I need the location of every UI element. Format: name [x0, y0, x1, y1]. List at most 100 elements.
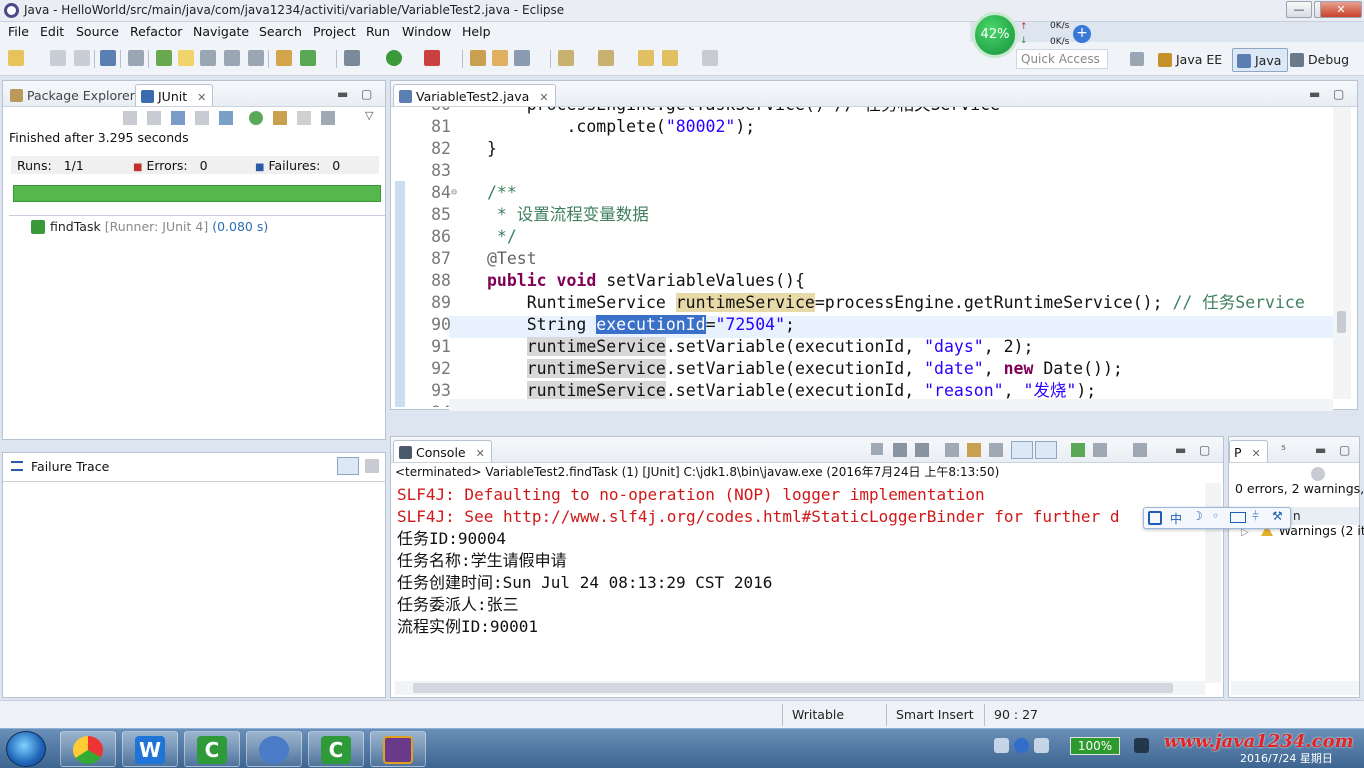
test-history-icon[interactable]	[321, 111, 335, 125]
menu-project[interactable]: Project	[313, 24, 356, 39]
scroll-lock-icon[interactable]	[195, 111, 209, 125]
close-button[interactable]: ✕	[1320, 1, 1362, 18]
minimize-view-icon[interactable]: ▬	[1315, 443, 1326, 457]
filter-icon[interactable]	[1311, 467, 1325, 481]
split-icon[interactable]: ⫩	[1252, 509, 1259, 524]
code-line[interactable]: 85 * 设置流程变量数据	[391, 204, 1339, 226]
start-button[interactable]	[6, 731, 46, 767]
editor-horizontal-scrollbar[interactable]	[449, 399, 1333, 411]
battery-indicator[interactable]: 100%	[1070, 737, 1120, 755]
code-line[interactable]: 88 public void setVariableValues(){	[391, 270, 1339, 292]
junit-test-item[interactable]: findTask [Runner: JUnit 4] (0.080 s)	[31, 219, 268, 234]
new-java-project-icon[interactable]	[470, 50, 486, 66]
rerun-failed-icon[interactable]	[273, 111, 287, 125]
code-line[interactable]: 92 runtimeService.setVariable(executionI…	[391, 358, 1339, 380]
maximize-view-icon[interactable]: ▢	[1199, 443, 1210, 457]
code-line[interactable]: 86 */	[391, 226, 1339, 248]
block-selection-icon[interactable]	[200, 50, 216, 66]
wrench-icon[interactable]: ⚒	[1272, 509, 1283, 523]
display-console-icon[interactable]	[1093, 443, 1107, 457]
tab-junit[interactable]: JUnit ✕	[135, 84, 214, 106]
minimize-view-icon[interactable]: ▬	[1175, 443, 1186, 457]
taskbar-app-wps[interactable]: W	[122, 731, 178, 767]
menu-navigate[interactable]: Navigate	[193, 24, 249, 39]
code-line[interactable]: 90 String executionId="72504";	[391, 314, 1339, 336]
taskbar-clock[interactable]: 2016/7/24 星期日	[1240, 750, 1333, 766]
build-icon[interactable]	[276, 50, 292, 66]
code-line[interactable]: 81 .complete("80002");	[391, 116, 1339, 138]
stop-icon[interactable]	[297, 111, 311, 125]
help-icon[interactable]	[1014, 738, 1029, 753]
filter-stack-icon[interactable]	[337, 457, 359, 475]
scroll-thumb[interactable]	[413, 683, 1173, 693]
code-area[interactable]: 80 processEngine.getTaskService() // 任务相…	[391, 107, 1341, 407]
mark-occurrences-icon[interactable]	[178, 50, 194, 66]
console-horizontal-scrollbar[interactable]	[395, 681, 1205, 695]
tab-problems[interactable]: P ✕	[1229, 440, 1268, 462]
code-line[interactable]: 83	[391, 160, 1339, 182]
code-line[interactable]: 84 ⊖ /**	[391, 182, 1339, 204]
menu-source[interactable]: Source	[76, 24, 119, 39]
code-line[interactable]: 82}	[391, 138, 1339, 160]
view-menu-icon[interactable]: ▽	[365, 109, 373, 122]
taskbar-app-camtasia-2[interactable]: C	[308, 731, 364, 767]
taskbar-app-eclipse[interactable]	[370, 731, 426, 767]
back-icon[interactable]	[662, 50, 678, 66]
search-icon[interactable]	[514, 50, 530, 66]
show-whitespace-icon[interactable]	[224, 50, 240, 66]
previous-failure-icon[interactable]	[147, 111, 161, 125]
moon-icon[interactable]: ☽	[1192, 509, 1203, 523]
tab-console[interactable]: Console ✕	[393, 440, 492, 462]
tab-package-explorer[interactable]: Package Explorer	[5, 84, 141, 106]
open-type-icon[interactable]	[492, 50, 508, 66]
last-edit-icon[interactable]	[638, 50, 654, 66]
pilcrow-icon[interactable]	[248, 50, 264, 66]
minimize-view-icon[interactable]: ▬	[1309, 87, 1320, 101]
show-stderr-icon[interactable]	[1035, 441, 1057, 459]
compare-icon[interactable]	[365, 459, 379, 473]
perspective-debug[interactable]: Debug	[1286, 48, 1355, 72]
scroll-thumb[interactable]	[1337, 311, 1346, 333]
open-console-icon[interactable]	[1133, 443, 1147, 457]
scroll-lock-icon[interactable]	[967, 443, 981, 457]
remove-launch-icon[interactable]	[893, 443, 907, 457]
close-tab-icon[interactable]: ✕	[476, 447, 485, 460]
keyboard-icon[interactable]	[1230, 512, 1246, 523]
history-icon[interactable]	[219, 111, 233, 125]
maximize-view-icon[interactable]: ▢	[1333, 87, 1344, 101]
tray-icon[interactable]	[994, 738, 1009, 753]
menu-file[interactable]: File	[8, 24, 29, 39]
ime-logo-icon[interactable]	[1148, 511, 1162, 525]
external-tools-icon[interactable]	[424, 50, 440, 66]
plus-icon[interactable]: +	[1073, 25, 1091, 43]
tab-variabletest2[interactable]: VariableTest2.java ✕	[393, 84, 556, 106]
menu-refactor[interactable]: Refactor	[130, 24, 182, 39]
clear-console-icon[interactable]	[945, 443, 959, 457]
show-stdout-icon[interactable]	[1011, 441, 1033, 459]
code-line[interactable]: 91 runtimeService.setVariable(executionI…	[391, 336, 1339, 358]
run-icon[interactable]	[386, 50, 402, 66]
save-icon[interactable]	[50, 50, 66, 66]
code-line[interactable]: 89 RuntimeService runtimeService=process…	[391, 292, 1339, 314]
perspective-java-ee[interactable]: Java EE	[1154, 48, 1228, 72]
code-line[interactable]: 80 processEngine.getTaskService() // 任务相…	[391, 107, 1339, 116]
punctuation-icon[interactable]: ◦	[1212, 509, 1219, 523]
taskbar-app-chrome[interactable]	[60, 731, 116, 767]
taskbar-app-camtasia[interactable]: C	[184, 731, 240, 767]
toggle-icon[interactable]	[156, 50, 172, 66]
pin-console-icon[interactable]	[1071, 443, 1085, 457]
ime-mode-label[interactable]: 中	[1170, 510, 1182, 527]
editor-vertical-scrollbar[interactable]	[1333, 107, 1351, 399]
close-tab-icon[interactable]: ✕	[539, 91, 548, 104]
perspective-java[interactable]: Java	[1232, 48, 1289, 72]
rerun-icon[interactable]	[249, 111, 263, 125]
debug-icon[interactable]	[344, 50, 360, 66]
next-annotation-icon[interactable]	[558, 50, 574, 66]
menu-window[interactable]: Window	[402, 24, 451, 39]
next-failure-icon[interactable]	[123, 111, 137, 125]
menu-run[interactable]: Run	[366, 24, 390, 39]
taskbar-app-dolphin[interactable]	[246, 731, 302, 767]
save-all-icon[interactable]	[74, 50, 90, 66]
close-tab-icon[interactable]: ✕	[197, 91, 206, 104]
fold-toggle-icon[interactable]: ⊖	[451, 182, 461, 204]
